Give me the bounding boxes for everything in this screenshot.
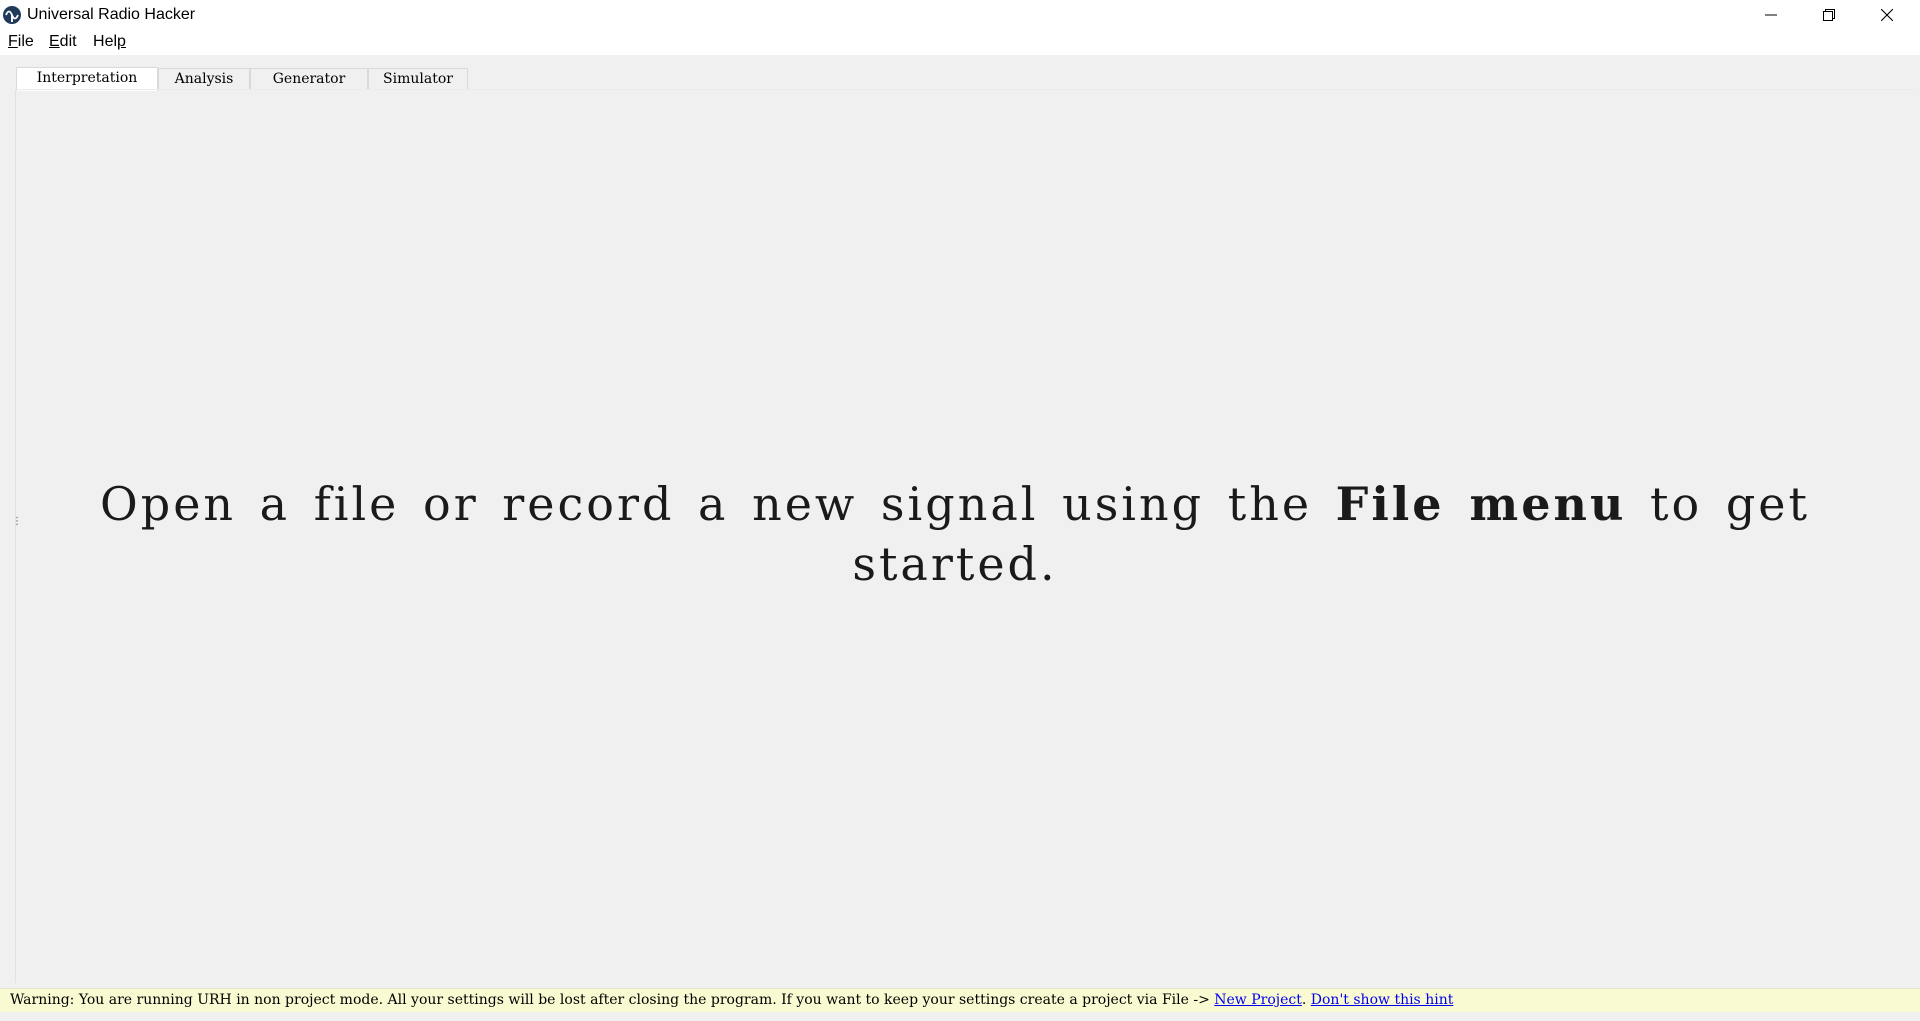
menu-file-mnemonic: F <box>8 33 18 50</box>
warning-bar: Warning: You are running URH in non proj… <box>0 988 1920 1012</box>
tab-generator[interactable]: Generator <box>250 68 368 90</box>
menu-file-label: ile <box>17 33 34 50</box>
urh-logo-icon <box>2 5 22 25</box>
menu-help-text: Help <box>93 33 126 50</box>
dont-show-hint-link[interactable]: Don't show this hint <box>1311 992 1454 1008</box>
menu-help-mnemonic: p <box>117 33 126 50</box>
restore-button[interactable] <box>1800 0 1858 29</box>
minimize-icon <box>1765 9 1777 21</box>
menu-help[interactable]: elpHelp <box>93 33 126 51</box>
menu-edit-label: dit <box>59 33 77 50</box>
warning-separator: . <box>1301 992 1311 1008</box>
warning-text: Warning: You are running URH in non proj… <box>10 992 1215 1008</box>
hint-text-before: Open a file or record a new signal using… <box>100 477 1336 531</box>
window-title: Universal Radio Hacker <box>27 6 196 23</box>
menu-edit-mnemonic: E <box>49 33 60 50</box>
menu-bar: File Edit elpHelp <box>0 29 1920 55</box>
close-icon <box>1881 8 1893 21</box>
main-tab-bar: Interpretation Analysis Generator Simula… <box>16 67 1916 91</box>
title-bar: Universal Radio Hacker <box>0 0 1920 29</box>
empty-state-hint: Open a file or record a new signal using… <box>100 474 1810 594</box>
restore-icon <box>1823 8 1835 21</box>
tab-simulator[interactable]: Simulator <box>368 68 468 90</box>
minimize-button[interactable] <box>1742 0 1800 29</box>
new-project-link[interactable]: New Project <box>1214 992 1302 1008</box>
tab-interpretation[interactable]: Interpretation <box>16 67 158 91</box>
menu-file[interactable]: File <box>8 33 34 51</box>
hint-file-menu: File menu <box>1335 477 1627 531</box>
splitter-handle[interactable]: ⋮ <box>12 517 22 532</box>
menu-help-rest: el <box>104 33 118 50</box>
menu-help-first: H <box>93 33 105 50</box>
close-button[interactable] <box>1858 0 1916 29</box>
tab-analysis[interactable]: Analysis <box>158 68 250 90</box>
menu-edit[interactable]: Edit <box>49 33 77 51</box>
